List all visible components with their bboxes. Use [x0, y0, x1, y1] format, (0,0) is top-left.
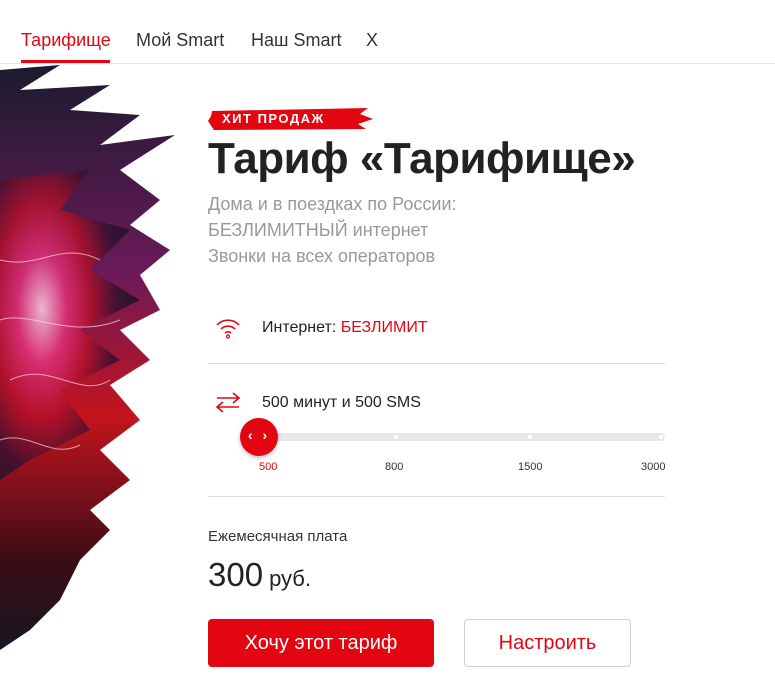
- slider-handle[interactable]: ‹ ›: [240, 418, 278, 456]
- price-amount: 300: [208, 556, 264, 593]
- tab-x[interactable]: X: [366, 30, 378, 51]
- wifi-icon: [216, 319, 240, 339]
- monthly-price: 300 руб.: [208, 556, 311, 594]
- badge-label: ХИТ ПРОДАЖ: [222, 111, 325, 126]
- configure-button[interactable]: Настроить: [464, 619, 631, 667]
- divider-1: [208, 363, 665, 364]
- tab-tarifische[interactable]: Тарифище: [21, 30, 111, 51]
- promo-artwork: [0, 65, 175, 650]
- slider-label-800[interactable]: 800: [385, 461, 403, 473]
- price-unit: руб.: [269, 566, 312, 591]
- slider-stop-3000[interactable]: [659, 435, 663, 439]
- page-title: Тариф «Тарифище»: [208, 134, 636, 183]
- slider-handle-arrows-icon: ‹ ›: [247, 427, 271, 443]
- divider-2: [208, 496, 665, 497]
- tab-nash-smart[interactable]: Наш Smart: [251, 30, 341, 51]
- internet-value: БЕЗЛИМИТ: [340, 319, 428, 336]
- description-line-3: Звонки на всех операторов: [208, 246, 436, 266]
- slider-label-1500[interactable]: 1500: [518, 461, 542, 473]
- slider-stop-800[interactable]: [394, 435, 398, 439]
- description-line-2: БЕЗЛИМИТНЫЙ интернет: [208, 220, 429, 240]
- minutes-feature: 500 минут и 500 SMS: [262, 394, 421, 411]
- tab-my-smart[interactable]: Мой Smart: [136, 30, 224, 51]
- want-tariff-button[interactable]: Хочу этот тариф: [208, 619, 434, 667]
- swap-arrows-icon: [215, 392, 241, 413]
- internet-label: Интернет:: [262, 319, 341, 336]
- internet-feature: Интернет: БЕЗЛИМИТ: [262, 319, 428, 337]
- tab-bar: Тарифище Мой Smart Наш Smart X: [0, 0, 775, 64]
- slider-stop-1500[interactable]: [528, 435, 532, 439]
- description-line-1: Дома и в поездках по России:: [208, 194, 457, 214]
- hit-badge: ХИТ ПРОДАЖ: [208, 107, 373, 131]
- monthly-fee-label: Ежемесячная плата: [208, 528, 348, 545]
- slider-label-500[interactable]: 500: [259, 461, 277, 473]
- minutes-slider-track[interactable]: [258, 433, 665, 441]
- slider-label-3000[interactable]: 3000: [641, 461, 665, 473]
